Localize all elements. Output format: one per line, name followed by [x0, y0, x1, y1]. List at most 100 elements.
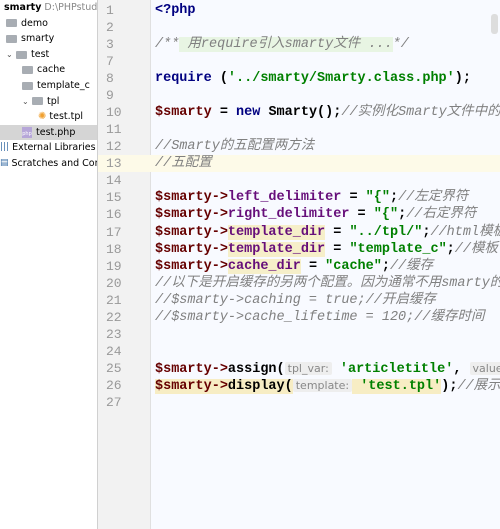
code-token: "template_c": [349, 241, 447, 257]
tree-item-label: template_c: [37, 79, 90, 91]
libraries-icon: |||: [0, 142, 10, 153]
code-token: ;: [381, 258, 390, 274]
tree-item-smarty[interactable]: smarty: [0, 31, 97, 47]
code-line[interactable]: $smarty = new Smarty();//实例化Smarty文件中的: [155, 104, 500, 121]
scrollbar-thumb[interactable]: [491, 14, 498, 34]
code-token: //html模板: [430, 224, 500, 240]
tree-item-test-php[interactable]: php test.php: [0, 124, 97, 141]
code-token: ->: [211, 258, 228, 274]
code-token: $smarty: [155, 224, 212, 240]
code-token: $smarty: [155, 207, 212, 223]
code-line[interactable]: $smarty->template_dir = "../tpl/";//html…: [155, 224, 500, 241]
line-number: 16: [106, 207, 122, 223]
code-token: */: [392, 37, 409, 53]
code-line[interactable]: $smarty->assign(tpl_var: 'articletitle',…: [155, 360, 500, 377]
code-line[interactable]: $smarty->display(template: 'test.tpl');/…: [155, 377, 500, 394]
code-token: $smarty: [155, 105, 212, 121]
code-token: Smarty();: [260, 105, 342, 121]
code-token: ->: [211, 207, 228, 223]
code-token: =: [349, 207, 374, 223]
project-name: smarty: [4, 2, 42, 13]
line-number: 20: [106, 275, 122, 291]
code-token: require: [155, 71, 212, 87]
code-token: cache_dir: [227, 258, 301, 274]
folder-icon: [6, 34, 17, 43]
line-number: 15: [106, 190, 122, 206]
code-token: ->: [211, 241, 228, 257]
code-token: "{": [373, 207, 399, 223]
code-line[interactable]: $smarty->cache_dir = "cache";//缓存: [155, 258, 433, 275]
code-token: "{": [365, 190, 390, 206]
code-token: //五配置: [155, 156, 212, 172]
tree-item-template-c[interactable]: template_c: [0, 78, 97, 94]
line-number: 8: [106, 71, 114, 87]
tree-item-label: cache: [37, 64, 66, 76]
chevron-down-icon[interactable]: ⌄: [22, 94, 32, 110]
tree-item-label: tpl: [47, 95, 60, 107]
code-line[interactable]: /** 用require引入smarty文件 ...*/: [155, 36, 409, 53]
code-line[interactable]: //五配置: [155, 155, 212, 172]
tree-item-label: test.tpl: [49, 111, 84, 123]
folder-icon: [32, 97, 43, 106]
chevron-down-icon[interactable]: ⌄: [6, 47, 16, 63]
code-line[interactable]: require ('../smarty/Smarty.class.php');: [155, 70, 471, 87]
tree-item-tpl[interactable]: ⌄ tpl: [0, 94, 97, 110]
code-line[interactable]: //以下是开启缓存的另两个配置。因为通常不用smarty的: [155, 275, 500, 292]
tree-item-external-libraries[interactable]: ||| External Libraries: [0, 140, 97, 156]
code-token: );: [441, 378, 458, 394]
line-number: 13: [106, 156, 122, 172]
tree-item-label: smarty: [21, 33, 55, 45]
code-token: assign(: [227, 361, 285, 377]
tree-item-scratches-and-conso[interactable]: ▤Scratches and Conso: [0, 156, 97, 172]
folder-icon: [22, 81, 33, 90]
code-line[interactable]: $smarty->left_delimiter = "{";//左定界符: [155, 189, 468, 206]
scratches-icon: ▤: [0, 157, 9, 168]
project-path: D:\PHPstudy\: [44, 2, 98, 13]
code-token: =: [300, 258, 326, 274]
code-token: =: [341, 190, 366, 206]
php-file-icon: php: [22, 127, 32, 139]
tree-item-test[interactable]: ⌄ test: [0, 47, 97, 63]
tree-item-label: Scratches and Conso: [11, 157, 97, 169]
tree-item-cache[interactable]: cache: [0, 62, 97, 78]
line-number: 21: [106, 292, 122, 308]
code-token: //$smarty->cache_lifetime = 120;//缓存时间: [155, 309, 485, 325]
code-token: ->: [211, 361, 228, 377]
code-token: ->: [211, 190, 228, 206]
code-line[interactable]: <?php: [155, 2, 196, 19]
line-number: 2: [106, 20, 114, 36]
code-token: //缓存: [389, 258, 434, 274]
template-file-icon: ✺: [38, 111, 47, 123]
code-line[interactable]: $smarty->right_delimiter = "{";//右定界符: [155, 206, 476, 223]
tree-item-demo[interactable]: demo: [0, 16, 97, 32]
code-token: ;: [389, 190, 399, 206]
code-token: $smarty: [155, 258, 212, 274]
code-line[interactable]: //$smarty->caching = true;//开启缓存: [155, 292, 436, 309]
code-line[interactable]: //$smarty->cache_lifetime = 120;//缓存时间: [155, 309, 484, 326]
code-token: new: [236, 105, 261, 121]
code-token: //展示: [457, 378, 500, 394]
code-token: $smarty: [155, 361, 212, 377]
tree-root[interactable]: smarty D:\PHPstudy\: [0, 0, 97, 16]
code-token: //Smarty的五配置两方法: [155, 139, 315, 155]
line-number: 18: [106, 241, 122, 257]
code-token: "cache": [325, 258, 382, 274]
folder-icon: [22, 66, 33, 75]
line-number: 22: [106, 309, 122, 325]
line-number: 25: [106, 360, 122, 376]
code-token: template_dir: [227, 224, 326, 240]
code-token: right_delimiter: [227, 207, 350, 223]
tree-item-label: demo: [21, 17, 48, 29]
parameter-hint: value:: [469, 361, 500, 375]
code-token: =: [325, 224, 350, 240]
code-token: //右定界符: [406, 207, 477, 223]
tree-item-label: test: [31, 48, 50, 60]
code-token: $smarty: [155, 190, 212, 206]
code-token: //实例化Smarty文件中的: [341, 105, 500, 121]
code-token: 'articletitle': [331, 361, 454, 377]
tree-item-test-tpl[interactable]: ✺ test.tpl: [0, 109, 97, 125]
code-line[interactable]: $smarty->template_dir = "template_c";//模…: [155, 241, 498, 258]
code-line[interactable]: //Smarty的五配置两方法: [155, 138, 314, 155]
line-number: 14: [106, 173, 122, 189]
code-token: '../smarty/Smarty.class.php': [227, 71, 455, 87]
